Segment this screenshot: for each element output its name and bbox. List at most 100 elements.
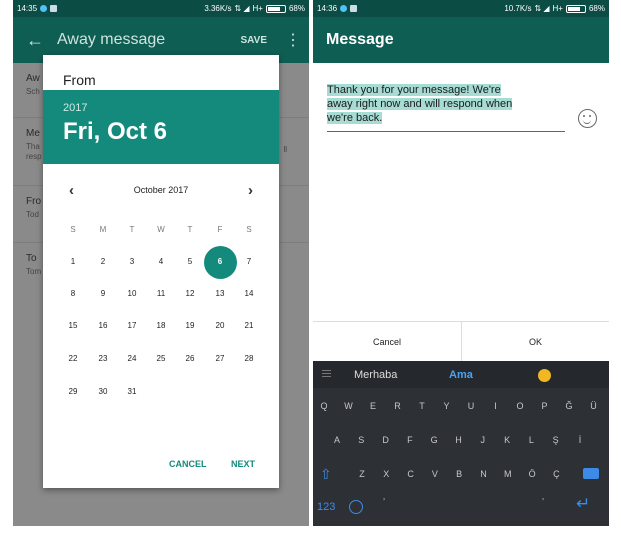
calendar-day[interactable]: 10	[121, 288, 143, 300]
date-picker-dialog: From 2017 Fri, Oct 6 ‹ October 2017 › SM…	[43, 55, 279, 488]
keyboard-key[interactable]: S	[350, 433, 372, 447]
notification-icon	[340, 5, 348, 12]
keyboard-key[interactable]: Q	[313, 399, 335, 413]
numbers-key[interactable]: 123	[317, 501, 335, 513]
calendar-day[interactable]: 3	[121, 256, 143, 268]
calendar-day[interactable]: 27	[209, 353, 231, 365]
calendar-day[interactable]: 1	[62, 256, 84, 268]
signal-icon: ⇅ ◢	[234, 4, 250, 13]
keyboard-key[interactable]: M	[497, 467, 519, 481]
ok-button[interactable]: OK	[462, 337, 609, 347]
keyboard-key[interactable]: O	[509, 399, 531, 413]
page-title: Away message	[57, 31, 166, 48]
calendar-day[interactable]: 8	[62, 288, 84, 300]
calendar-day[interactable]: 13	[209, 288, 231, 300]
emoji-key-icon[interactable]	[349, 500, 363, 514]
status-bar: 14:35 3.36K/s ⇅ ◢ H+ 68%	[13, 0, 309, 17]
calendar-day[interactable]: 14	[238, 288, 260, 300]
network-type: H+	[252, 4, 263, 13]
keyboard-key[interactable]: Ğ	[558, 399, 580, 413]
calendar-day[interactable]: 12	[179, 288, 201, 300]
calendar-day[interactable]: 2	[92, 256, 114, 268]
calendar-day[interactable]: 29	[62, 386, 84, 398]
status-time: 14:35	[17, 4, 38, 13]
keyboard-key[interactable]: N	[473, 467, 495, 481]
keyboard-key[interactable]: F	[399, 433, 421, 447]
keyboard-key[interactable]: Z	[351, 467, 373, 481]
keyboard-key[interactable]: I	[485, 399, 507, 413]
back-button[interactable]: ←	[13, 30, 57, 51]
left-screen: 14:35 3.36K/s ⇅ ◢ H+ 68% ← Away message …	[13, 0, 309, 526]
message-input[interactable]: Thank you for your message! We're away r…	[327, 83, 565, 125]
keyboard-key[interactable]: K	[496, 433, 518, 447]
message-line: away right now and will respond when	[327, 98, 513, 110]
keyboard-key[interactable]: E	[362, 399, 384, 413]
calendar-day[interactable]: 7	[238, 256, 260, 268]
keyboard-key[interactable]: R	[387, 399, 409, 413]
calendar-day[interactable]: 21	[238, 320, 260, 332]
keyboard-key[interactable]: J	[472, 433, 494, 447]
calendar-day[interactable]: 11	[150, 288, 172, 300]
keyboard-key[interactable]: Ü	[583, 399, 605, 413]
keyboard-key[interactable]: L	[520, 433, 542, 447]
month-navigation: ‹ October 2017 ›	[43, 182, 279, 203]
keyboard-key[interactable]: Ş	[545, 433, 567, 447]
keyboard-key[interactable]: G	[423, 433, 445, 447]
keyboard-key[interactable]: V	[424, 467, 446, 481]
calendar-day[interactable]: 26	[179, 353, 201, 365]
shift-icon[interactable]: ⇧	[320, 466, 332, 483]
keyboard-key[interactable]: D	[375, 433, 397, 447]
keyboard-key[interactable]: X	[375, 467, 397, 481]
battery-icon	[265, 4, 286, 13]
enter-icon[interactable]: ↵	[576, 494, 590, 514]
suggestion-word[interactable]: Ama	[449, 369, 473, 381]
battery-icon	[565, 4, 586, 13]
calendar-day[interactable]: 4	[150, 256, 172, 268]
calendar-day[interactable]: 17	[121, 320, 143, 332]
keyboard-key[interactable]: Ç	[545, 467, 567, 481]
year-selector[interactable]: 2017	[63, 102, 87, 114]
keyboard-key[interactable]: B	[448, 467, 470, 481]
calendar-day[interactable]: 30	[92, 386, 114, 398]
menu-icon[interactable]	[322, 370, 331, 371]
calendar-day[interactable]: 16	[92, 320, 114, 332]
backspace-icon[interactable]	[583, 468, 599, 479]
calendar-day[interactable]: 24	[121, 353, 143, 365]
next-month-button[interactable]: ›	[248, 182, 253, 199]
keyboard-key[interactable]: W	[338, 399, 360, 413]
keyboard-key[interactable]: H	[448, 433, 470, 447]
calendar-day[interactable]: 20	[209, 320, 231, 332]
calendar-day[interactable]: 28	[238, 353, 260, 365]
more-options-button[interactable]: ⋮	[285, 30, 301, 50]
calendar-day[interactable]: 18	[150, 320, 172, 332]
calendar-day[interactable]: 22	[62, 353, 84, 365]
save-button[interactable]: SAVE	[241, 35, 268, 46]
emoji-icon[interactable]	[538, 369, 551, 382]
status-bar: 14:36 10.7K/s ⇅ ◢ H+ 68%	[313, 0, 609, 17]
keyboard-key[interactable]: A	[326, 433, 348, 447]
keyboard-key[interactable]: C	[400, 467, 422, 481]
period-key[interactable]: ‚	[532, 489, 554, 503]
keyboard-key[interactable]: Ö	[521, 467, 543, 481]
calendar-day[interactable]: 23	[92, 353, 114, 365]
keyboard-key[interactable]: U	[460, 399, 482, 413]
cancel-button[interactable]: Cancel	[313, 337, 461, 347]
keyboard-key[interactable]: Y	[436, 399, 458, 413]
cancel-button[interactable]: CANCEL	[169, 459, 207, 469]
keyboard-key[interactable]: İ	[569, 433, 591, 447]
calendar-day[interactable]: 15	[62, 320, 84, 332]
calendar-day[interactable]: 5	[179, 256, 201, 268]
selected-date[interactable]: Fri, Oct 6	[63, 118, 167, 146]
keyboard-key[interactable]: P	[534, 399, 556, 413]
comma-key[interactable]: ‚	[373, 489, 395, 503]
calendar-day[interactable]: 9	[92, 288, 114, 300]
calendar-day[interactable]: 19	[179, 320, 201, 332]
calendar-day[interactable]: 25	[150, 353, 172, 365]
right-screen: 14:36 10.7K/s ⇅ ◢ H+ 68% Message Thank y…	[313, 0, 609, 526]
smiley-icon[interactable]	[578, 109, 597, 128]
calendar-day[interactable]: 6	[209, 256, 231, 268]
suggestion-word[interactable]: Merhaba	[354, 369, 397, 381]
next-button[interactable]: NEXT	[231, 459, 255, 469]
calendar-day[interactable]: 31	[121, 386, 143, 398]
keyboard-key[interactable]: T	[411, 399, 433, 413]
